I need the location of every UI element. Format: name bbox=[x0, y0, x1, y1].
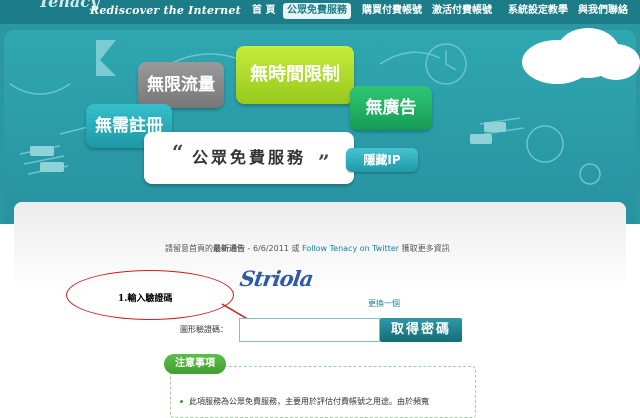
quote-open-mark: “ bbox=[172, 140, 184, 164]
notes-title-tag: 注意事項 bbox=[164, 354, 226, 374]
quote-close-mark: ” bbox=[318, 150, 330, 174]
captcha-image: Striola bbox=[238, 266, 315, 291]
bubble-hide-ip: 隱藏IP bbox=[346, 148, 418, 172]
nav-contact[interactable]: 與我們聯絡 bbox=[578, 3, 628, 19]
note-item: 此項服務為公眾免費服務，主要用於評估付費帳號之用途。由於頻寬 bbox=[180, 396, 429, 407]
announcement-line: 請留意首頁的最新通告 - 6/6/2011 或 Follow Tenacy on… bbox=[165, 243, 450, 254]
bullet-dot-icon bbox=[180, 400, 183, 403]
nav-activate-account[interactable]: 激活付費帳號 bbox=[432, 3, 492, 19]
note-item-text: 此項服務為公眾免費服務，主要用於評估付費帳號之用途。由於頻寬 bbox=[189, 397, 429, 406]
top-navigation-bar: Tenacy Rediscover the Internet 首 頁 公眾免費服… bbox=[0, 0, 640, 24]
nav-setup-tutorial[interactable]: 系統設定教學 bbox=[508, 3, 568, 19]
bubble-no-time-limit: 無時間限制 bbox=[236, 46, 354, 104]
get-password-button[interactable]: 取得密碼 bbox=[380, 318, 462, 342]
captcha-label: 圖形驗證碼： bbox=[180, 325, 228, 334]
twitter-follow-link[interactable]: Follow Tenacy on Twitter bbox=[302, 244, 399, 253]
latest-notice-text: 最新通告 bbox=[213, 244, 245, 253]
notice-prefix: 請留意首頁的 bbox=[165, 244, 213, 253]
nav-free-service[interactable]: 公眾免費服務 bbox=[283, 3, 351, 19]
cloud-illustration-part bbox=[592, 44, 640, 80]
refresh-captcha-link[interactable]: 更換一個 bbox=[368, 298, 400, 309]
captcha-input[interactable] bbox=[239, 318, 380, 342]
bubble-unlimited-traffic: 無限流量 bbox=[138, 62, 224, 108]
bubble-no-ads: 無廣告 bbox=[350, 86, 432, 130]
notice-date: - 6/6/2011 或 bbox=[245, 244, 302, 253]
nav-buy-account[interactable]: 購買付費帳號 bbox=[362, 3, 422, 19]
notice-suffix: 獲取更多資訊 bbox=[399, 244, 450, 253]
nav-home[interactable]: 首 頁 bbox=[252, 3, 275, 19]
site-tagline: Rediscover the Internet bbox=[90, 4, 241, 17]
annotation-text: 1.輸入驗證碼 bbox=[118, 294, 173, 304]
